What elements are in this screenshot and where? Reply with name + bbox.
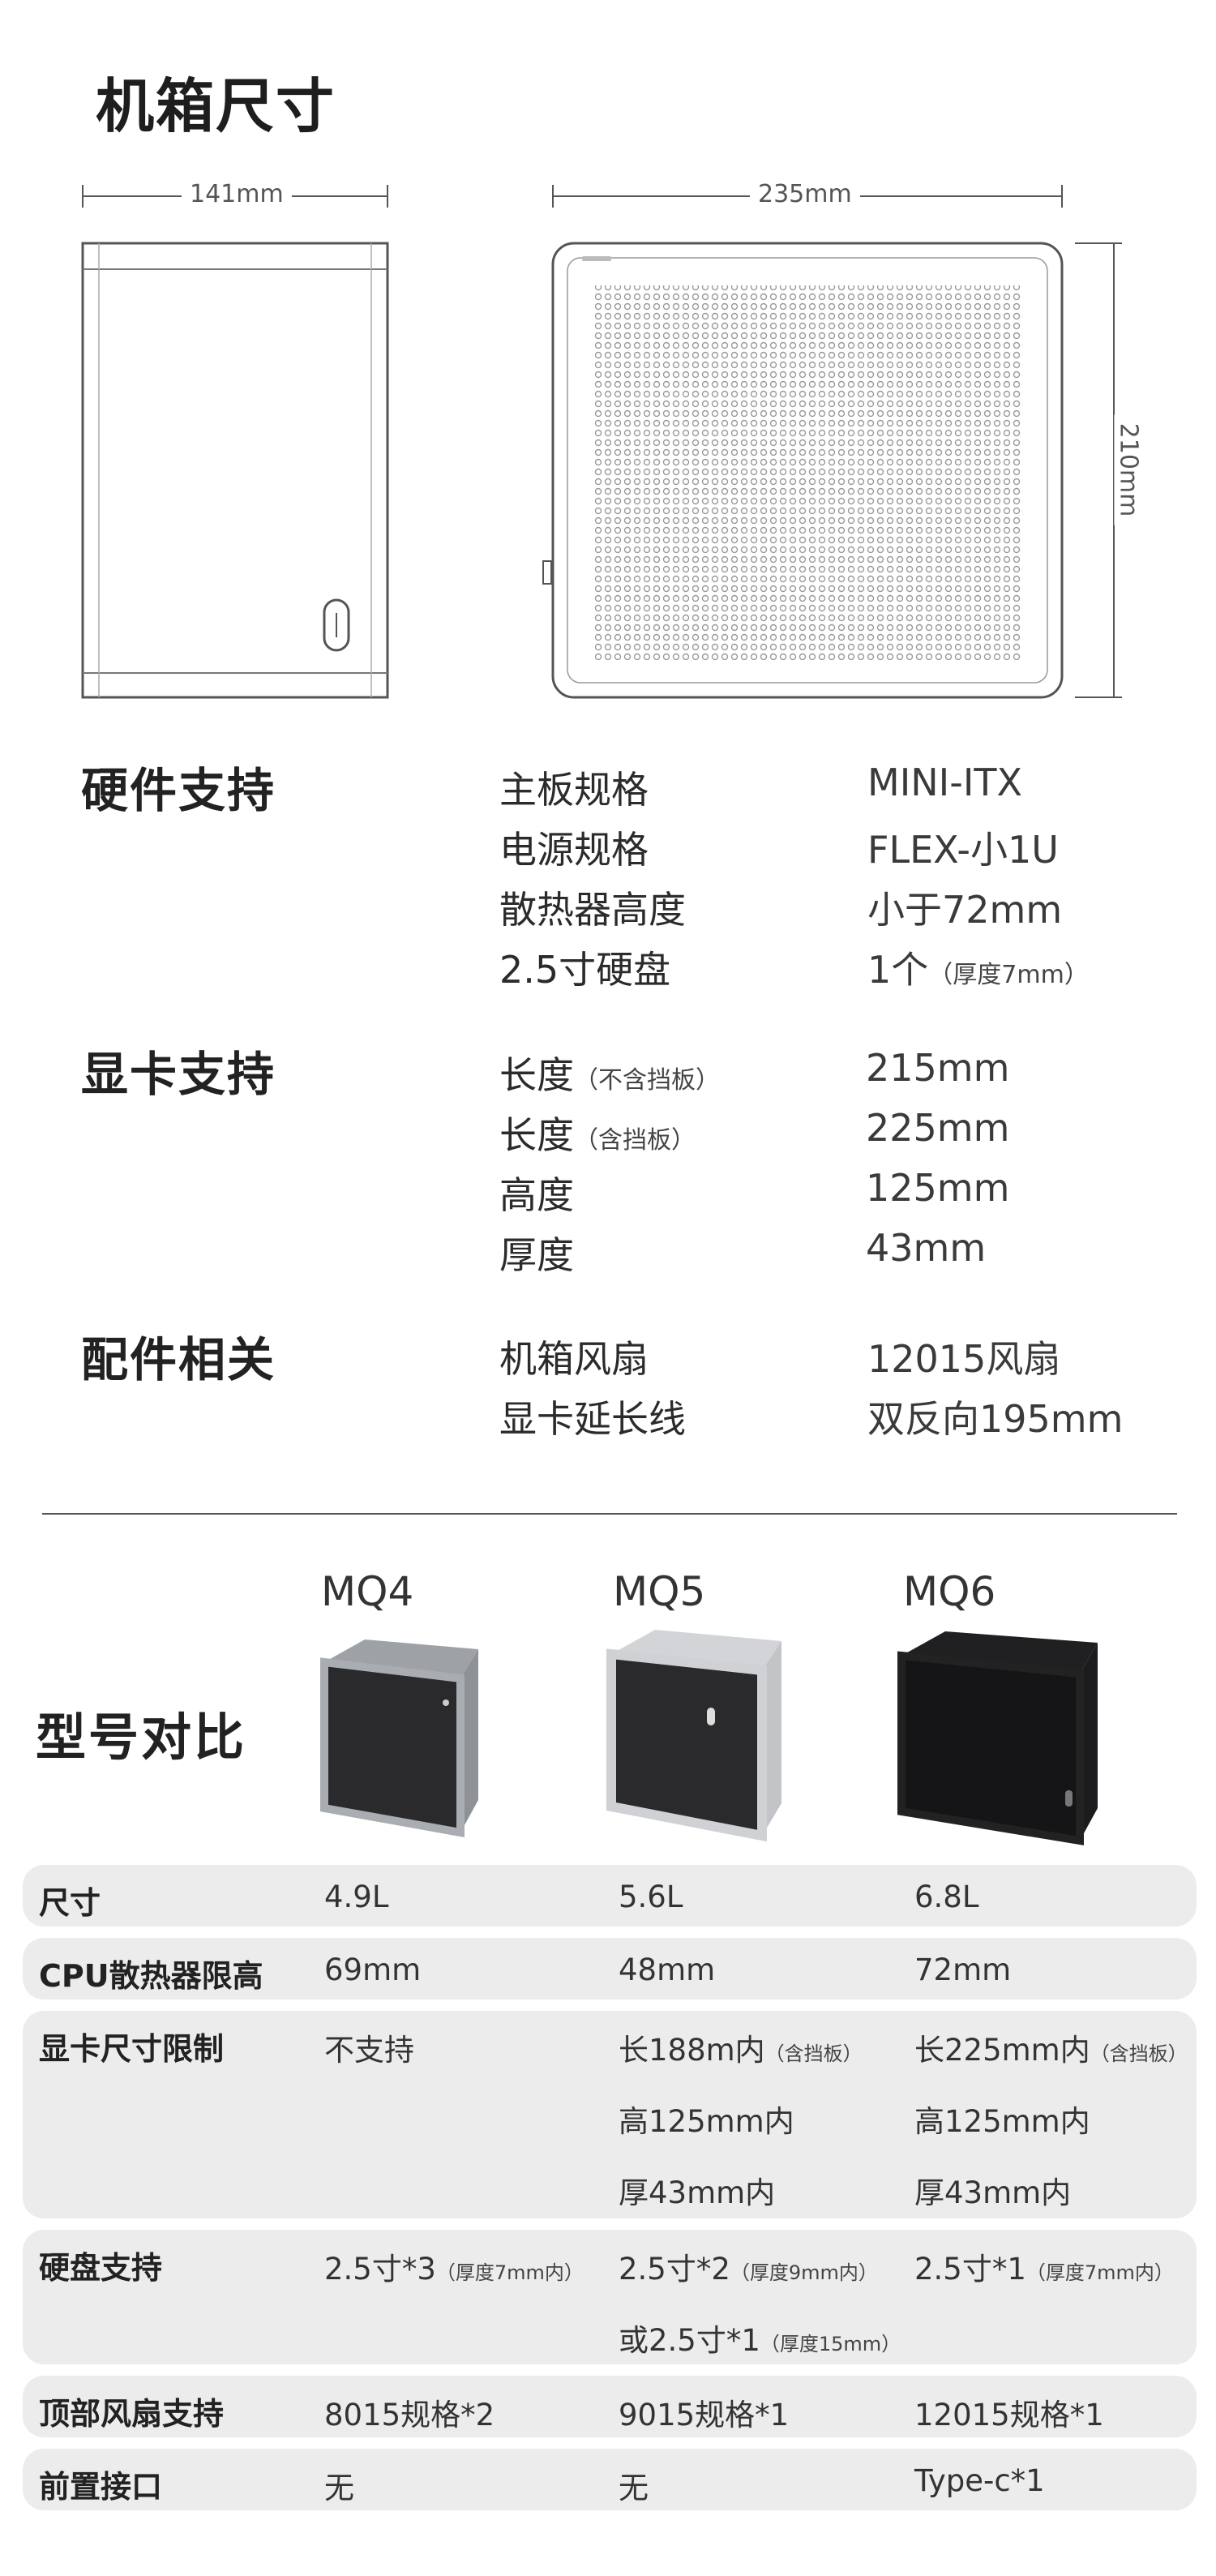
value: 长188m内: [619, 2033, 765, 2068]
comparison-title: 型号对比: [36, 1708, 247, 1767]
hardware-value-motherboard: MINI-ITX: [867, 761, 1023, 804]
gpu-label-length-no-bracket: 长度（不含挡板）: [499, 1046, 720, 1099]
note: （厚度7mm内）: [1025, 2261, 1174, 2284]
section-divider: [42, 1513, 1177, 1515]
mq6-cpu: 72mm: [914, 1952, 1012, 1987]
row-label-fan: 顶部风扇支持: [39, 2396, 225, 2432]
row-label-port: 前置接口: [39, 2469, 163, 2505]
note: （厚度7mm内）: [435, 2261, 584, 2284]
mq6-disk: 2.5寸*1（厚度7mm内）: [914, 2244, 1174, 2288]
hardware-label-motherboard: 主板规格: [499, 768, 649, 812]
hardware-label-disk: 2.5寸硬盘: [499, 948, 671, 992]
width-dimension-label: 141mm: [182, 180, 292, 208]
gpu-label-text: 长度: [499, 1113, 574, 1157]
mq6-gpu-thickness: 厚43mm内: [914, 2175, 1072, 2210]
length-dimension-label: 235mm: [750, 180, 860, 208]
hardware-section-title: 硬件支持: [81, 763, 276, 818]
gpu-label-text: 长度: [499, 1053, 574, 1097]
hardware-value-disk: 1个（厚度7mm）: [867, 941, 1089, 994]
mq5-cpu: 48mm: [619, 1952, 716, 1987]
case-dimension-drawing: [81, 185, 1122, 699]
gpu-label-height: 高度: [499, 1173, 574, 1217]
accessory-label-riser: 显卡延长线: [499, 1397, 686, 1441]
model-name-mq4: MQ4: [321, 1568, 414, 1615]
accessory-value-fan: 12015风扇: [867, 1337, 1061, 1381]
value: 2.5寸*2: [619, 2252, 730, 2287]
value: 2.5寸*3: [324, 2252, 436, 2287]
mq6-fan: 12015规格*1: [914, 2398, 1104, 2432]
comparison-row-port: 前置接口 无 无 Type-c*1: [23, 2449, 1197, 2510]
mq5-gpu-thickness: 厚43mm内: [619, 2175, 776, 2210]
mq5-product-image: [606, 1630, 781, 1842]
mq6-port: Type-c*1: [914, 2463, 1045, 2498]
note: （含挡板）: [1090, 2042, 1188, 2065]
mq4-size: 4.9L: [324, 1879, 389, 1914]
row-label-disk: 硬盘支持: [39, 2250, 163, 2286]
note: （厚度15mm）: [760, 2333, 901, 2355]
side-view: [81, 185, 389, 699]
hardware-label-cooler: 散热器高度: [499, 888, 686, 932]
gpu-value-height: 125mm: [866, 1166, 1010, 1210]
accessory-label-fan: 机箱风扇: [499, 1337, 649, 1381]
gpu-value-length-no-bracket: 215mm: [866, 1046, 1010, 1090]
disk-count: 1个: [867, 948, 929, 992]
mq4-product-image: [320, 1639, 478, 1837]
mq5-gpu-length: 长188m内（含挡板）: [619, 2025, 863, 2069]
note: （含挡板）: [764, 2042, 863, 2065]
mq6-product-image: [897, 1631, 1098, 1845]
mq4-fan: 8015规格*2: [324, 2398, 495, 2432]
mq4-cpu: 69mm: [324, 1952, 422, 1987]
gpu-section-title: 显卡支持: [81, 1047, 276, 1102]
comparison-row-disk: 硬盘支持 2.5寸*3（厚度7mm内） 2.5寸*2（厚度9mm内） 或2.5寸…: [23, 2230, 1197, 2364]
mq6-gpu-height: 高125mm内: [914, 2104, 1090, 2139]
gpu-label-note: （不含挡板）: [574, 1066, 720, 1095]
gpu-label-thickness: 厚度: [499, 1233, 574, 1277]
mq5-port: 无: [619, 2471, 649, 2505]
mq4-disk: 2.5寸*3（厚度7mm内）: [324, 2244, 584, 2288]
model-name-mq6: MQ6: [903, 1568, 996, 1615]
value: 长225mm内: [914, 2033, 1090, 2068]
mq5-disk: 2.5寸*2（厚度9mm内）: [619, 2244, 878, 2288]
comparison-row-gpu: 显卡尺寸限制 不支持 长188m内（含挡板） 高125mm内 厚43mm内 长2…: [23, 2011, 1197, 2218]
disk-note: （厚度7mm）: [928, 961, 1089, 989]
hardware-value-psu: FLEX-小1U: [867, 828, 1059, 872]
gpu-label-note: （含挡板）: [574, 1126, 696, 1155]
accessories-section-title: 配件相关: [81, 1332, 276, 1387]
note: （厚度9mm内）: [730, 2261, 878, 2284]
mq6-gpu-length: 长225mm内（含挡板）: [914, 2025, 1188, 2069]
row-label-cpu: CPU散热器限高: [39, 1958, 263, 1994]
mq5-fan: 9015规格*1: [619, 2398, 790, 2432]
mq4-port: 无: [324, 2471, 354, 2505]
gpu-value-thickness: 43mm: [866, 1226, 987, 1270]
comparison-row-cpu: CPU散热器限高 69mm 48mm 72mm: [23, 1938, 1197, 2000]
comparison-row-size: 尺寸 4.9L 5.6L 6.8L: [23, 1865, 1197, 1927]
mq5-disk-alt: 或2.5寸*1（厚度15mm）: [619, 2316, 901, 2360]
front-view: [542, 185, 1122, 699]
mq5-size: 5.6L: [619, 1879, 683, 1914]
value: 2.5寸*1: [914, 2252, 1026, 2287]
mq6-size: 6.8L: [914, 1879, 979, 1914]
hardware-value-cooler: 小于72mm: [867, 888, 1063, 932]
accessory-value-riser: 双反向195mm: [867, 1397, 1124, 1441]
model-name-mq5: MQ5: [613, 1568, 706, 1615]
row-label-gpu: 显卡尺寸限制: [39, 2031, 225, 2067]
gpu-value-length-bracket: 225mm: [866, 1106, 1010, 1150]
gpu-label-length-bracket: 长度（含挡板）: [499, 1106, 696, 1159]
height-dimension-label: 210mm: [1114, 414, 1143, 525]
hardware-label-psu: 电源规格: [499, 828, 649, 872]
mq4-gpu: 不支持: [324, 2033, 414, 2068]
comparison-row-fan: 顶部风扇支持 8015规格*2 9015规格*1 12015规格*1: [23, 2376, 1197, 2437]
value: 或2.5寸*1: [619, 2323, 760, 2358]
row-label-size: 尺寸: [39, 1885, 101, 1921]
mq5-gpu-height: 高125mm内: [619, 2104, 794, 2139]
